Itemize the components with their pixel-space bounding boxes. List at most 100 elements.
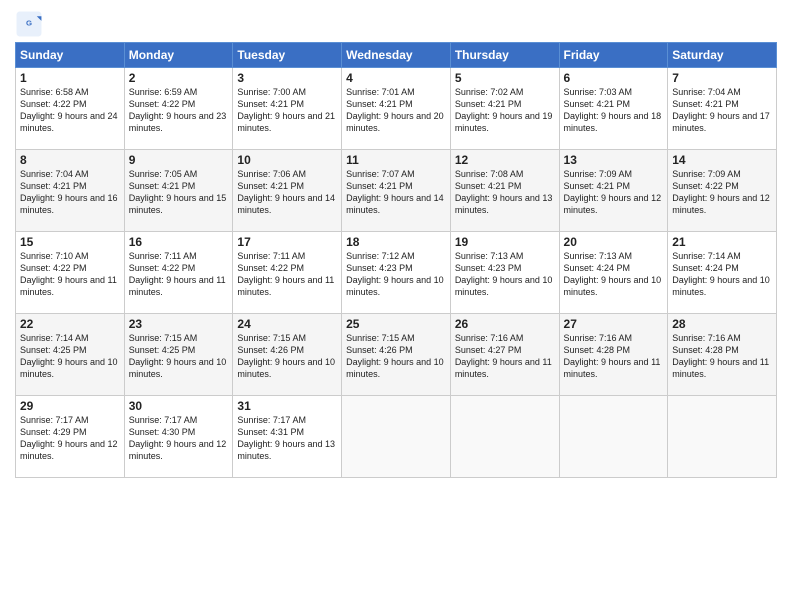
day-number: 19 [455,235,555,249]
day-cell: 7 Sunrise: 7:04 AMSunset: 4:21 PMDayligh… [668,68,777,150]
day-number: 23 [129,317,229,331]
day-cell: 15 Sunrise: 7:10 AMSunset: 4:22 PMDaylig… [16,232,125,314]
day-info: Sunrise: 7:16 AMSunset: 4:28 PMDaylight:… [672,333,769,379]
column-header-monday: Monday [124,43,233,68]
day-info: Sunrise: 7:09 AMSunset: 4:21 PMDaylight:… [564,169,662,215]
day-cell: 22 Sunrise: 7:14 AMSunset: 4:25 PMDaylig… [16,314,125,396]
day-header-row: SundayMondayTuesdayWednesdayThursdayFrid… [16,43,777,68]
day-number: 17 [237,235,337,249]
day-number: 26 [455,317,555,331]
day-number: 13 [564,153,664,167]
day-cell: 4 Sunrise: 7:01 AMSunset: 4:21 PMDayligh… [342,68,451,150]
week-row-4: 22 Sunrise: 7:14 AMSunset: 4:25 PMDaylig… [16,314,777,396]
day-number: 4 [346,71,446,85]
column-header-tuesday: Tuesday [233,43,342,68]
day-info: Sunrise: 7:05 AMSunset: 4:21 PMDaylight:… [129,169,227,215]
day-number: 31 [237,399,337,413]
day-cell: 19 Sunrise: 7:13 AMSunset: 4:23 PMDaylig… [450,232,559,314]
day-number: 20 [564,235,664,249]
day-cell: 24 Sunrise: 7:15 AMSunset: 4:26 PMDaylig… [233,314,342,396]
day-info: Sunrise: 7:04 AMSunset: 4:21 PMDaylight:… [20,169,118,215]
column-header-friday: Friday [559,43,668,68]
day-cell: 25 Sunrise: 7:15 AMSunset: 4:26 PMDaylig… [342,314,451,396]
day-cell: 1 Sunrise: 6:58 AMSunset: 4:22 PMDayligh… [16,68,125,150]
day-info: Sunrise: 7:17 AMSunset: 4:29 PMDaylight:… [20,415,118,461]
day-info: Sunrise: 7:17 AMSunset: 4:31 PMDaylight:… [237,415,335,461]
day-cell: 23 Sunrise: 7:15 AMSunset: 4:25 PMDaylig… [124,314,233,396]
day-info: Sunrise: 7:14 AMSunset: 4:24 PMDaylight:… [672,251,770,297]
day-number: 15 [20,235,120,249]
day-number: 25 [346,317,446,331]
week-row-1: 1 Sunrise: 6:58 AMSunset: 4:22 PMDayligh… [16,68,777,150]
day-info: Sunrise: 7:01 AMSunset: 4:21 PMDaylight:… [346,87,444,133]
week-row-5: 29 Sunrise: 7:17 AMSunset: 4:29 PMDaylig… [16,396,777,478]
day-cell: 11 Sunrise: 7:07 AMSunset: 4:21 PMDaylig… [342,150,451,232]
day-cell: 17 Sunrise: 7:11 AMSunset: 4:22 PMDaylig… [233,232,342,314]
logo-icon: G [15,10,43,38]
day-number: 7 [672,71,772,85]
day-cell: 6 Sunrise: 7:03 AMSunset: 4:21 PMDayligh… [559,68,668,150]
day-number: 12 [455,153,555,167]
week-row-2: 8 Sunrise: 7:04 AMSunset: 4:21 PMDayligh… [16,150,777,232]
day-info: Sunrise: 7:02 AMSunset: 4:21 PMDaylight:… [455,87,553,133]
day-cell: 13 Sunrise: 7:09 AMSunset: 4:21 PMDaylig… [559,150,668,232]
day-cell [450,396,559,478]
day-number: 5 [455,71,555,85]
day-number: 9 [129,153,229,167]
day-number: 28 [672,317,772,331]
svg-text:G: G [26,19,32,28]
column-header-wednesday: Wednesday [342,43,451,68]
day-cell: 29 Sunrise: 7:17 AMSunset: 4:29 PMDaylig… [16,396,125,478]
day-cell: 12 Sunrise: 7:08 AMSunset: 4:21 PMDaylig… [450,150,559,232]
day-number: 10 [237,153,337,167]
logo: G [15,10,47,38]
day-info: Sunrise: 7:04 AMSunset: 4:21 PMDaylight:… [672,87,770,133]
day-info: Sunrise: 7:17 AMSunset: 4:30 PMDaylight:… [129,415,227,461]
day-cell: 9 Sunrise: 7:05 AMSunset: 4:21 PMDayligh… [124,150,233,232]
day-number: 2 [129,71,229,85]
day-info: Sunrise: 7:14 AMSunset: 4:25 PMDaylight:… [20,333,118,379]
day-info: Sunrise: 6:59 AMSunset: 4:22 PMDaylight:… [129,87,227,133]
day-info: Sunrise: 6:58 AMSunset: 4:22 PMDaylight:… [20,87,118,133]
day-info: Sunrise: 7:11 AMSunset: 4:22 PMDaylight:… [129,251,226,297]
day-number: 6 [564,71,664,85]
day-number: 8 [20,153,120,167]
day-cell: 31 Sunrise: 7:17 AMSunset: 4:31 PMDaylig… [233,396,342,478]
day-info: Sunrise: 7:03 AMSunset: 4:21 PMDaylight:… [564,87,662,133]
day-number: 21 [672,235,772,249]
day-number: 11 [346,153,446,167]
day-info: Sunrise: 7:15 AMSunset: 4:25 PMDaylight:… [129,333,227,379]
column-header-saturday: Saturday [668,43,777,68]
day-cell: 28 Sunrise: 7:16 AMSunset: 4:28 PMDaylig… [668,314,777,396]
day-cell: 18 Sunrise: 7:12 AMSunset: 4:23 PMDaylig… [342,232,451,314]
day-info: Sunrise: 7:13 AMSunset: 4:23 PMDaylight:… [455,251,553,297]
day-number: 30 [129,399,229,413]
day-info: Sunrise: 7:10 AMSunset: 4:22 PMDaylight:… [20,251,117,297]
calendar-table: SundayMondayTuesdayWednesdayThursdayFrid… [15,42,777,478]
header: G [15,10,777,38]
day-info: Sunrise: 7:07 AMSunset: 4:21 PMDaylight:… [346,169,444,215]
day-info: Sunrise: 7:13 AMSunset: 4:24 PMDaylight:… [564,251,662,297]
day-cell: 16 Sunrise: 7:11 AMSunset: 4:22 PMDaylig… [124,232,233,314]
day-cell: 5 Sunrise: 7:02 AMSunset: 4:21 PMDayligh… [450,68,559,150]
day-info: Sunrise: 7:11 AMSunset: 4:22 PMDaylight:… [237,251,334,297]
day-number: 27 [564,317,664,331]
day-info: Sunrise: 7:15 AMSunset: 4:26 PMDaylight:… [237,333,335,379]
day-info: Sunrise: 7:08 AMSunset: 4:21 PMDaylight:… [455,169,553,215]
day-cell: 14 Sunrise: 7:09 AMSunset: 4:22 PMDaylig… [668,150,777,232]
column-header-sunday: Sunday [16,43,125,68]
day-cell: 26 Sunrise: 7:16 AMSunset: 4:27 PMDaylig… [450,314,559,396]
day-info: Sunrise: 7:09 AMSunset: 4:22 PMDaylight:… [672,169,770,215]
day-info: Sunrise: 7:16 AMSunset: 4:28 PMDaylight:… [564,333,661,379]
page: G SundayMondayTuesdayWednesdayThursdayFr… [0,0,792,612]
day-cell: 3 Sunrise: 7:00 AMSunset: 4:21 PMDayligh… [233,68,342,150]
day-number: 18 [346,235,446,249]
day-number: 29 [20,399,120,413]
day-cell: 21 Sunrise: 7:14 AMSunset: 4:24 PMDaylig… [668,232,777,314]
day-cell: 10 Sunrise: 7:06 AMSunset: 4:21 PMDaylig… [233,150,342,232]
day-number: 22 [20,317,120,331]
day-cell [559,396,668,478]
day-cell: 2 Sunrise: 6:59 AMSunset: 4:22 PMDayligh… [124,68,233,150]
day-cell: 30 Sunrise: 7:17 AMSunset: 4:30 PMDaylig… [124,396,233,478]
day-info: Sunrise: 7:00 AMSunset: 4:21 PMDaylight:… [237,87,335,133]
